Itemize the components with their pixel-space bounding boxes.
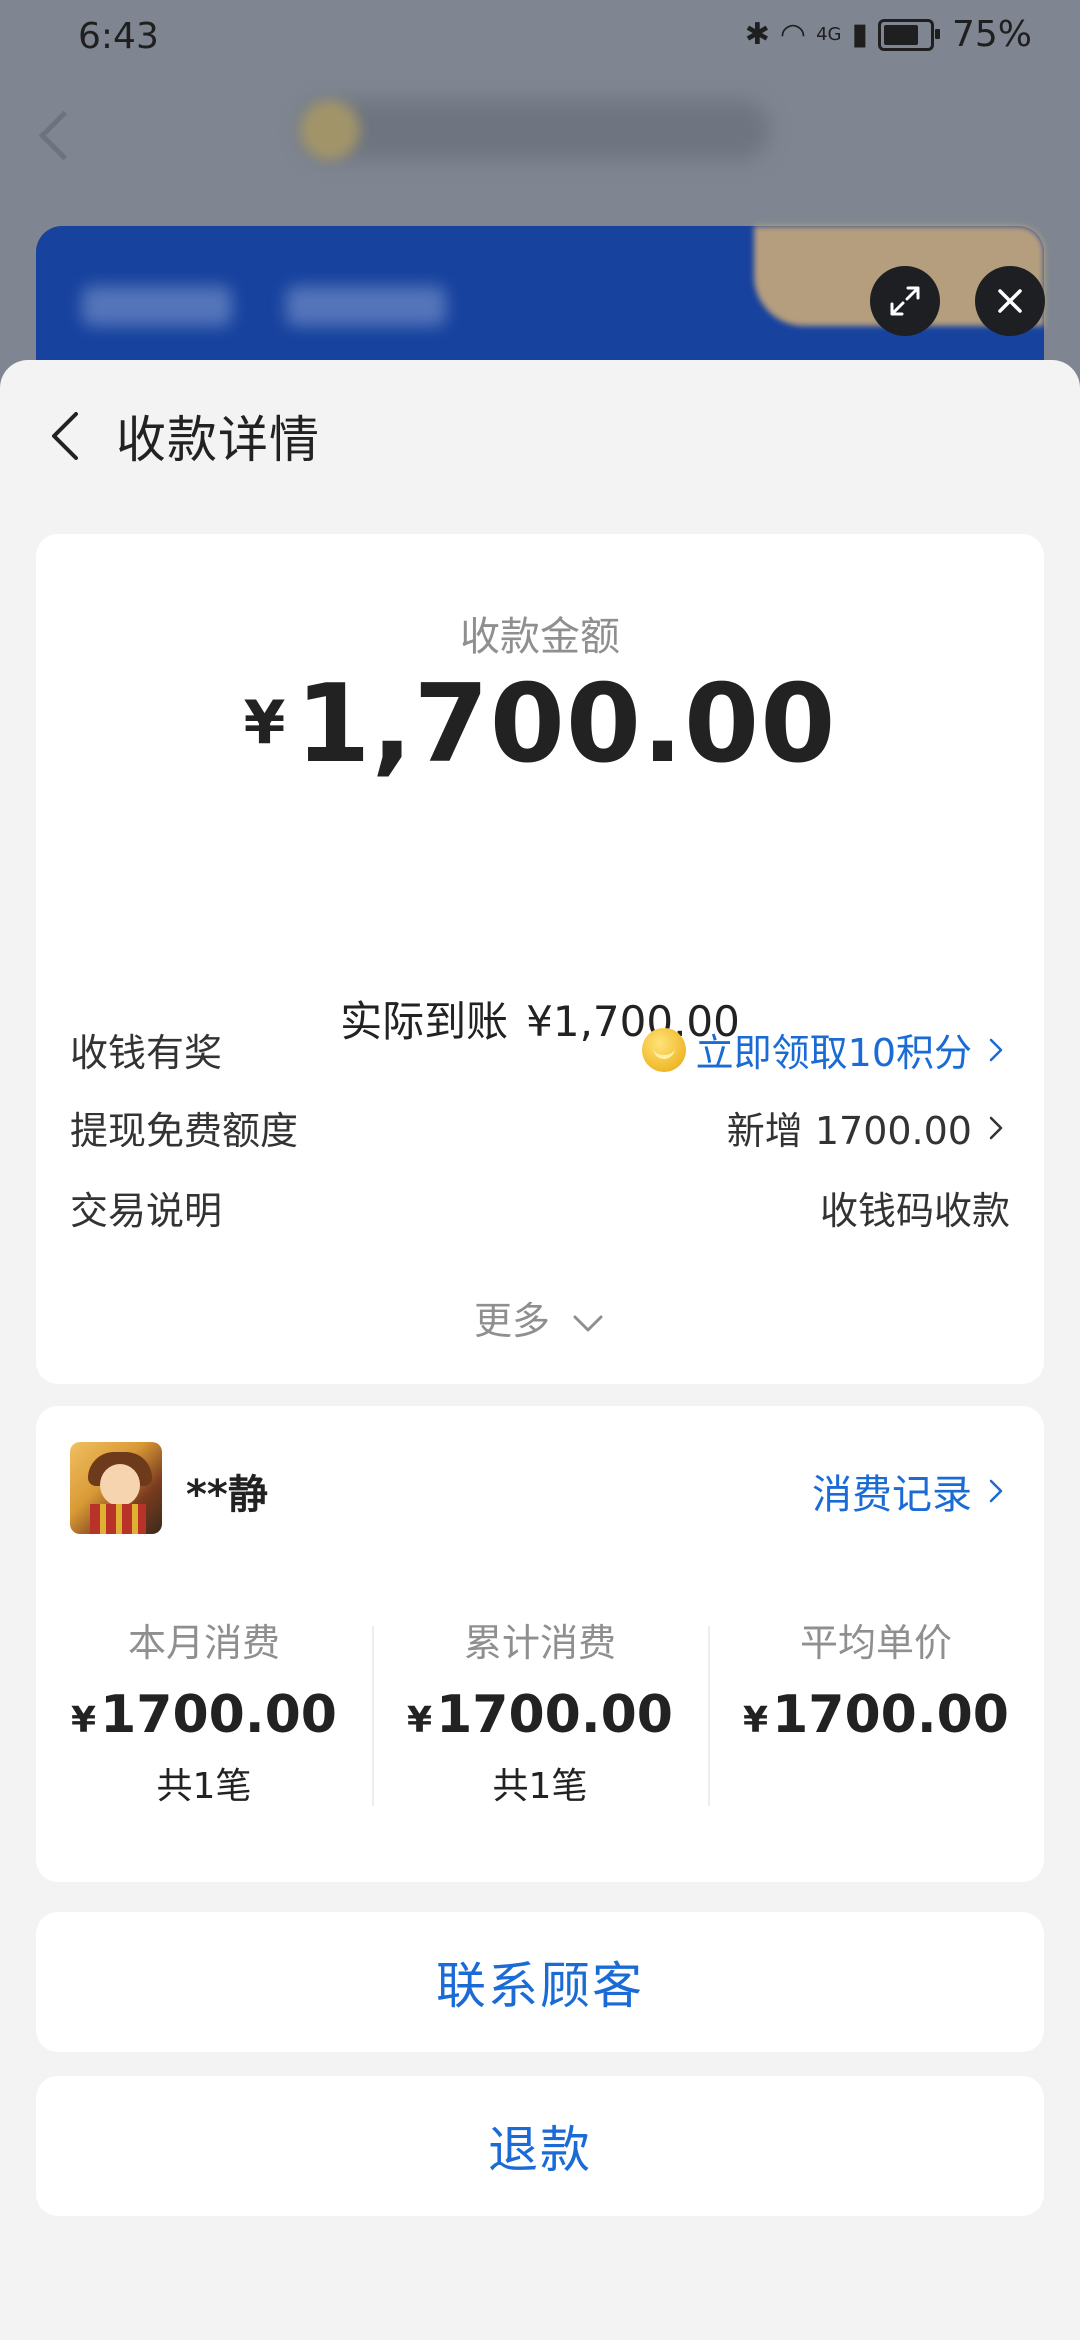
amount-card: 收款金额 ¥1,700.00 实际到账 ¥1,700.00 收钱有奖 立即领取10… [36,534,1044,1384]
reward-row[interactable]: 收钱有奖 立即领取10积分 [70,1016,1010,1076]
close-icon [998,289,1022,313]
stat-count: 共1笔 [156,1766,252,1807]
more-button[interactable]: 更多 [36,1290,1044,1345]
currency-symbol: ¥ [71,1700,97,1741]
chevron-right-icon [989,1038,1003,1061]
stat-value-number: 1700.00 [100,1685,337,1745]
transaction-description-row: 交易说明 收钱码收款 [70,1174,1010,1234]
stat-value-number: 1700.00 [772,1685,1009,1745]
background-title-blurred [300,100,770,160]
battery-icon [877,18,940,51]
reward-label: 收钱有奖 [70,1031,223,1075]
avatar [70,1442,162,1534]
reward-value-text: 立即领取10积分 [695,1031,972,1075]
wifi-icon: ◠ [779,17,807,52]
background-coin-icon [300,100,360,160]
battery-percent: 75% [951,14,1032,55]
page-title: 收款详情 [116,411,320,469]
background-back-icon [38,110,89,161]
withdraw-quota-row[interactable]: 提现免费额度 新增 1700.00 [70,1094,1010,1154]
withdraw-quota-value-text: 新增 1700.00 [726,1109,972,1153]
currency-symbol: ¥ [407,1700,433,1741]
currency-symbol: ¥ [243,688,286,758]
stat-total: 累计消费 ¥1700.00 共1笔 [372,1612,708,1812]
network-type-label: 4G [816,24,842,45]
consumption-record-label: 消费记录 [812,1472,972,1518]
sheet-header: 收款详情 [0,360,1080,510]
stat-average: 平均单价 ¥1700.00 [708,1612,1044,1812]
payment-detail-sheet: 收款详情 收款金额 ¥1,700.00 实际到账 ¥1,700.00 收钱有奖 立… [0,360,1080,2340]
withdraw-quota-value[interactable]: 新增 1700.00 [727,1100,1010,1155]
amount-label: 收款金额 [460,614,620,660]
transaction-description-label: 交易说明 [70,1189,223,1233]
chevron-right-icon [989,1116,1003,1139]
customer-name: **静 [186,1472,268,1518]
customer-card: **静 消费记录 本月消费 ¥1700.00 共1笔 累计消费 ¥1700.00… [36,1406,1044,1882]
refund-button[interactable]: 退款 [36,2076,1044,2216]
stat-label: 平均单价 [799,1621,952,1665]
signal-icon: ▮ [851,17,868,52]
expand-icon [890,286,920,316]
reward-value[interactable]: 立即领取10积分 [641,1022,1010,1077]
stat-value-number: 1700.00 [436,1685,673,1745]
stat-value: ¥1700.00 [36,1685,372,1745]
coin-icon [641,1027,686,1072]
more-label: 更多 [473,1299,550,1343]
consumption-record-link[interactable]: 消费记录 [812,1462,1010,1520]
back-button[interactable] [38,406,98,466]
blurred-text-1 [82,286,232,326]
blurred-text-2 [286,286,446,326]
transaction-description-value: 收钱码收款 [819,1189,1010,1233]
withdraw-quota-label: 提现免费额度 [70,1109,299,1153]
bluetooth-icon: ✱ [744,17,770,52]
chevron-down-icon [573,1315,603,1331]
status-time: 6:43 [78,16,159,57]
stat-value: ¥1700.00 [372,1685,708,1745]
currency-symbol: ¥ [743,1700,769,1741]
chevron-right-icon [989,1479,1003,1503]
contact-customer-button[interactable]: 联系顾客 [36,1912,1044,2052]
back-arrow-icon [52,412,78,460]
stat-monthly: 本月消费 ¥1700.00 共1笔 [36,1612,372,1812]
status-icons: ✱ ◠ 4G ▮ 75% [745,14,1032,55]
stat-count: 共1笔 [492,1766,588,1807]
expand-button[interactable] [870,266,940,336]
close-button[interactable] [975,266,1045,336]
consumption-stats: 本月消费 ¥1700.00 共1笔 累计消费 ¥1700.00 共1笔 平均单价… [36,1612,1044,1812]
stat-label: 本月消费 [127,1621,280,1665]
amount-value: 1,700.00 [295,662,837,787]
amount-display: ¥1,700.00 [36,662,1044,787]
stat-value: ¥1700.00 [708,1685,1044,1745]
stat-label: 累计消费 [463,1621,616,1665]
status-bar: 6:43 ✱ ◠ 4G ▮ 75% [0,0,1080,76]
